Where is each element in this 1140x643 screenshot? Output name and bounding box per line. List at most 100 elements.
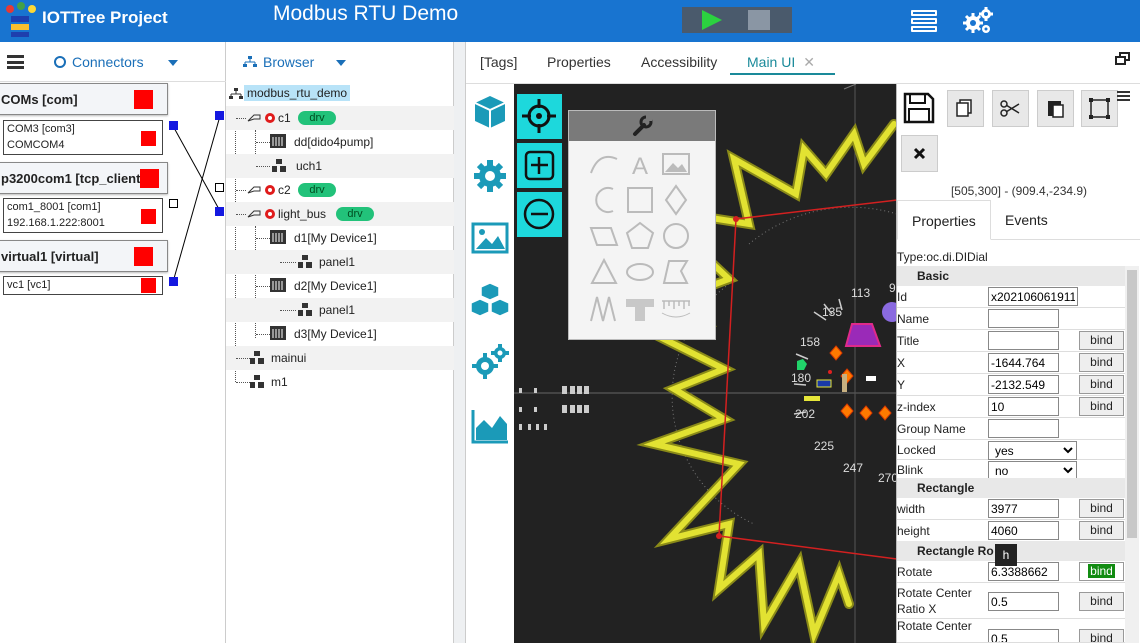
paste-button[interactable]: [1037, 90, 1074, 127]
bind-button[interactable]: bind: [1079, 375, 1124, 394]
channel-port[interactable]: [215, 183, 224, 192]
name-field[interactable]: [988, 309, 1059, 328]
properties-scrollbar[interactable]: [1125, 266, 1139, 643]
tab-properties-panel[interactable]: Properties: [897, 200, 991, 240]
tree-node-light-bus[interactable]: light_bus drv: [226, 202, 454, 226]
tree-node-dd[interactable]: dd[dido4pump]: [226, 130, 454, 154]
channel-com3[interactable]: COM3 [com3] COMCOM4: [3, 120, 163, 155]
tree-node-mainui[interactable]: mainui: [226, 346, 454, 370]
wrench-icon[interactable]: [631, 115, 653, 137]
connector-coms[interactable]: COMs [com]: [0, 83, 168, 115]
connector-port[interactable]: [169, 121, 178, 130]
channel-port[interactable]: [215, 207, 224, 216]
play-icon[interactable]: [702, 10, 722, 30]
bind-button-active[interactable]: bind: [1079, 562, 1124, 581]
width-field[interactable]: [988, 499, 1059, 518]
channel-vc1[interactable]: vc1 [vc1]: [3, 276, 163, 295]
copy-button[interactable]: [947, 90, 984, 127]
height-field[interactable]: [988, 521, 1059, 540]
stop-icon[interactable]: [748, 10, 770, 30]
parallelogram-tool-icon[interactable]: [587, 219, 621, 253]
bind-button[interactable]: bind: [1079, 629, 1124, 642]
driver-badge[interactable]: drv: [298, 183, 336, 197]
tab-browser[interactable]: Browser: [243, 54, 314, 70]
diamond-tool-icon[interactable]: [659, 183, 693, 217]
image-icon[interactable]: [470, 218, 510, 258]
tab-accessibility[interactable]: Accessibility: [641, 54, 717, 70]
driver-badge[interactable]: drv: [336, 207, 374, 221]
server-icon[interactable]: [911, 10, 937, 32]
channel-com1[interactable]: com1_8001 [com1] 192.168.1.222:8001: [3, 198, 163, 233]
channel-port[interactable]: [215, 111, 224, 120]
bind-button[interactable]: bind: [1079, 331, 1124, 350]
settings-gears-icon[interactable]: [962, 6, 994, 36]
bind-button[interactable]: bind: [1079, 592, 1124, 611]
ruler-tool-icon[interactable]: [659, 291, 693, 325]
locked-select[interactable]: yes: [988, 441, 1077, 460]
driver-badge[interactable]: drv: [298, 111, 336, 125]
bind-button[interactable]: bind: [1079, 499, 1124, 518]
group-name-field[interactable]: [988, 419, 1059, 438]
triangle-tool-icon[interactable]: [587, 255, 621, 289]
connector-port[interactable]: [169, 277, 178, 286]
connector-virtual[interactable]: virtual1 [virtual]: [0, 240, 168, 272]
tree-node-d3[interactable]: d3[My Device1]: [226, 322, 454, 346]
gears-icon[interactable]: [470, 342, 510, 382]
bind-button[interactable]: bind: [1079, 353, 1124, 372]
zigzag-tool-icon[interactable]: [587, 291, 621, 325]
menu-icon[interactable]: [1117, 91, 1130, 101]
z-index-field[interactable]: [988, 397, 1059, 416]
tree-node-c2[interactable]: c2 drv: [226, 178, 454, 202]
tree-node-panel1[interactable]: panel1: [226, 250, 454, 274]
curve-tool-icon[interactable]: [587, 147, 621, 181]
scrollbar-thumb[interactable]: [1127, 270, 1137, 538]
restore-window-icon[interactable]: [1115, 52, 1131, 66]
save-button[interactable]: [901, 90, 939, 128]
tree-node-d2[interactable]: d2[My Device1]: [226, 274, 454, 298]
close-icon[interactable]: ✕: [803, 54, 815, 70]
pentagon-tool-icon[interactable]: [623, 219, 657, 253]
pipe-tool-icon[interactable]: [623, 291, 657, 325]
gear-icon[interactable]: [470, 156, 510, 196]
pan-tool-button[interactable]: [517, 94, 562, 139]
polygon-tool-icon[interactable]: [659, 255, 693, 289]
title-field[interactable]: [988, 331, 1059, 350]
tab-tags[interactable]: [Tags]: [480, 54, 517, 70]
tree-node-d1[interactable]: d1[My Device1]: [226, 226, 454, 250]
tree-node-uch1[interactable]: uch1: [226, 154, 454, 178]
tree-node-m1[interactable]: m1: [226, 370, 454, 394]
id-field[interactable]: [988, 287, 1078, 306]
x-field[interactable]: [988, 353, 1059, 372]
tree-node-panel1-b[interactable]: panel1: [226, 298, 454, 322]
y-field[interactable]: [988, 375, 1059, 394]
connector-port[interactable]: [169, 199, 178, 208]
text-tool-icon[interactable]: A: [623, 147, 657, 181]
cubes-icon[interactable]: [470, 280, 510, 320]
rotate-center-x-field[interactable]: [988, 592, 1059, 611]
area-chart-icon[interactable]: [470, 406, 510, 446]
chevron-down-icon[interactable]: [336, 60, 346, 66]
zoom-in-button[interactable]: [517, 143, 562, 188]
connector-tcp-client[interactable]: p3200com1 [tcp_client]: [0, 162, 168, 194]
tree-node-c1[interactable]: c1 drv: [226, 106, 454, 130]
tab-main-ui[interactable]: Main UI ✕: [747, 54, 815, 71]
tab-events[interactable]: Events: [991, 200, 1062, 240]
group-button[interactable]: [1081, 90, 1118, 127]
rect-tool-icon[interactable]: [623, 183, 657, 217]
delete-button[interactable]: [901, 135, 938, 172]
rotate-center-y-field[interactable]: [988, 629, 1059, 642]
tab-properties[interactable]: Properties: [547, 54, 611, 70]
bind-button[interactable]: bind: [1079, 521, 1124, 540]
ellipse-tool-icon[interactable]: [623, 255, 657, 289]
cube-icon[interactable]: [470, 92, 510, 132]
zoom-out-button[interactable]: [517, 192, 562, 237]
arc-tool-icon[interactable]: [587, 183, 621, 217]
cut-button[interactable]: [992, 90, 1029, 127]
prop-label: Group Name: [897, 422, 966, 436]
tree-node-root[interactable]: modbus_rtu_demo: [226, 82, 454, 106]
circle-tool-icon[interactable]: [659, 219, 693, 253]
bind-button[interactable]: bind: [1079, 397, 1124, 416]
image-tool-icon[interactable]: [659, 147, 693, 181]
ui-canvas[interactable]: 113 135 158 180 202 225 247 270 9 A: [514, 84, 897, 643]
panel-splitter[interactable]: [454, 42, 466, 643]
